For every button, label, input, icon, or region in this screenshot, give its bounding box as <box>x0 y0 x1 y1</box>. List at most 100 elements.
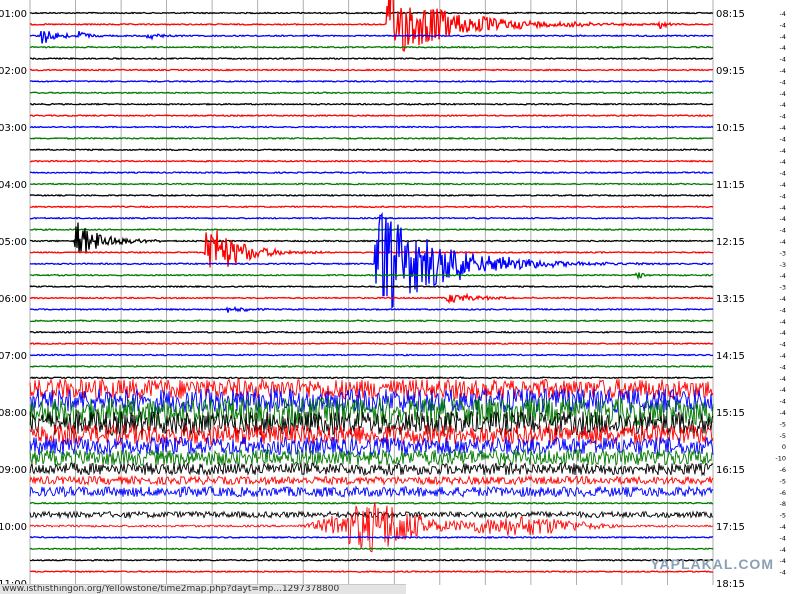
trace-scale-label: -4 <box>780 135 786 143</box>
seismic-trace <box>29 305 714 313</box>
seismic-trace <box>29 68 714 72</box>
watermark-text: YAPLAKAL.COM <box>650 556 774 572</box>
seismic-trace <box>29 114 714 118</box>
right-hour-label: 11:15 <box>716 180 745 191</box>
trace-scale-label: -4 <box>780 44 786 52</box>
seismic-trace <box>29 510 713 520</box>
left-hour-label: 01:00 <box>0 9 27 20</box>
trace-scale-label: -4 <box>780 147 786 155</box>
trace-scale-label: -4 <box>780 272 786 280</box>
trace-scale-label: -4 <box>780 363 786 371</box>
seismic-trace <box>29 230 714 268</box>
trace-scale-label: -4 <box>780 523 786 531</box>
left-hour-label: 02:00 <box>0 66 27 77</box>
seismic-trace <box>29 45 714 49</box>
seismic-trace <box>30 570 713 574</box>
trace-scale-label: -4 <box>780 329 786 337</box>
trace-scale-label: -4 <box>780 21 786 29</box>
trace-scale-label: -4 <box>780 238 786 246</box>
seismic-trace <box>29 171 714 175</box>
trace-scale-label: -10 <box>775 455 786 463</box>
seismic-trace <box>29 474 714 487</box>
left-hour-label: 10:00 <box>0 522 27 533</box>
left-hour-label: 06:00 <box>0 294 27 305</box>
left-hour-label: 07:00 <box>0 351 27 362</box>
seismic-trace <box>30 182 714 186</box>
trace-scale-label: -4 <box>780 557 786 565</box>
trace-scale-label: -4 <box>780 56 786 64</box>
seismic-trace <box>29 502 714 553</box>
right-hour-label: 15:15 <box>716 408 745 419</box>
trace-scale-label: -4 <box>780 124 786 132</box>
seismic-trace <box>29 330 714 334</box>
seismic-trace <box>29 501 714 505</box>
seismic-trace <box>29 319 714 323</box>
trace-scale-label: -4 <box>780 113 786 121</box>
seismic-trace <box>29 272 713 281</box>
seismic-trace <box>29 159 714 163</box>
trace-scale-label: -6 <box>780 466 786 474</box>
seismic-trace <box>29 364 714 368</box>
trace-scale-label: -4 <box>780 569 786 577</box>
seismic-trace <box>30 148 714 152</box>
seismic-traces <box>29 0 714 574</box>
right-hour-label: 13:15 <box>716 294 745 305</box>
left-hour-label: 08:00 <box>0 408 27 419</box>
right-hour-label: 09:15 <box>716 66 745 77</box>
trace-scale-label: -4 <box>780 534 786 542</box>
seismic-trace <box>30 57 714 61</box>
status-url-bar: www.isthisthingon.org/Yellowstone/time2m… <box>0 584 406 594</box>
left-hour-label: 05:00 <box>0 237 27 248</box>
trace-scale-label: -4 <box>780 33 786 41</box>
trace-scale-label: -4 <box>780 90 786 98</box>
seismic-trace <box>29 193 714 197</box>
seismic-trace <box>29 30 714 44</box>
trace-scale-label: -4 <box>780 375 786 383</box>
trace-scale-label: -4 <box>780 192 786 200</box>
seismic-trace <box>29 461 714 477</box>
seismic-trace <box>29 222 714 254</box>
seismic-trace <box>29 102 714 106</box>
seismic-trace <box>29 376 714 380</box>
seismic-trace <box>30 205 714 209</box>
seismic-trace <box>29 125 714 129</box>
right-hour-label: 08:15 <box>716 9 745 20</box>
trace-scale-label: -4 <box>780 352 786 360</box>
trace-scale-label: -5 <box>780 512 786 520</box>
seismic-trace <box>29 216 714 220</box>
seismic-trace <box>30 353 714 357</box>
seismic-trace <box>29 91 714 95</box>
seismic-trace <box>29 436 714 457</box>
time-gridlines <box>29 0 714 585</box>
right-hour-label: 18:15 <box>716 579 745 590</box>
trace-scale-label: -4 <box>780 78 786 86</box>
seismic-trace <box>29 136 714 141</box>
seismic-trace <box>29 448 714 467</box>
trace-scale-label: -4 <box>780 341 786 349</box>
trace-scale-label: -4 <box>780 67 786 75</box>
trace-scale-label: -5 <box>780 420 786 428</box>
seismic-trace <box>29 342 714 346</box>
seismic-trace <box>29 292 714 305</box>
trace-scale-label: -4 <box>780 101 786 109</box>
status-url: www.isthisthingon.org/Yellowstone/time2m… <box>2 584 340 594</box>
trace-scale-label: 0 <box>782 443 786 451</box>
seismic-trace <box>29 558 714 562</box>
seismic-trace <box>29 11 714 15</box>
right-hour-label: 12:15 <box>716 237 745 248</box>
seismic-trace <box>29 285 714 289</box>
trace-scale-label: -4 <box>780 409 786 417</box>
right-hour-labels: 08:15 09:15 10:15 11:15 12:15 13:15 14:15 15:15… <box>716 9 745 590</box>
seismic-trace <box>29 79 713 83</box>
left-hour-label: 03:00 <box>0 123 27 134</box>
seismic-trace <box>29 547 714 551</box>
trace-scale-labels: -4 -4 -4 -4 -4 -4 -4 -4 -4 -4 -4 -4 -4 -4 -4 -4 -4 -4 -4 -4… <box>775 10 786 577</box>
seismic-trace <box>29 0 714 53</box>
trace-scale-label: -6 <box>780 489 786 497</box>
trace-scale-label: -5 <box>780 477 786 485</box>
trace-scale-label: -3 <box>780 261 786 269</box>
trace-scale-label: -4 <box>780 306 786 314</box>
trace-scale-label: -3 <box>780 249 786 257</box>
seismic-trace <box>29 228 714 232</box>
trace-scale-label: -4 <box>780 215 786 223</box>
